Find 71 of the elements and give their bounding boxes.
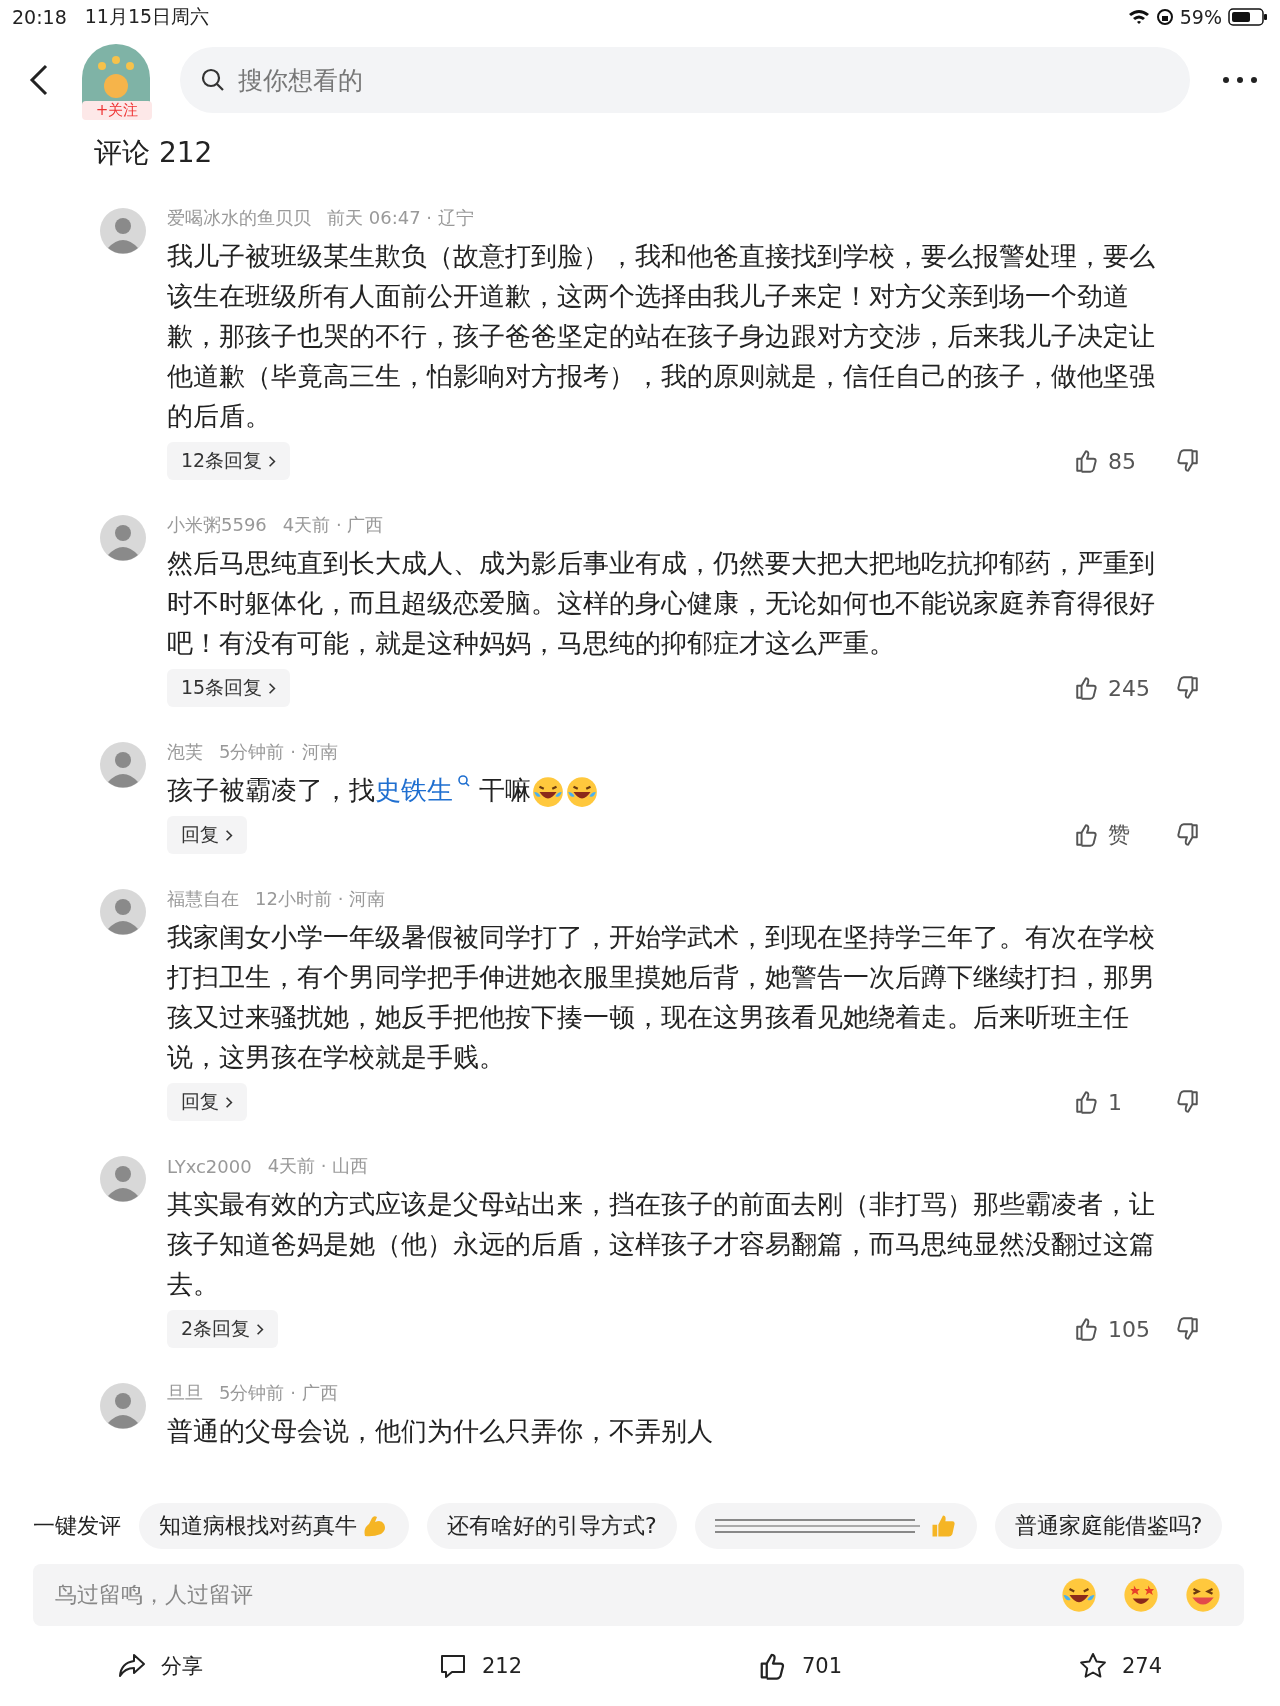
replies-button[interactable]: 12条回复 [167, 442, 291, 480]
replies-button[interactable]: 2条回复 [167, 1310, 279, 1348]
chevron-icon [225, 1095, 233, 1109]
like-button[interactable]: 701 [640, 1650, 960, 1682]
search-icon [200, 67, 226, 93]
replies-button[interactable]: 15条回复 [167, 669, 291, 707]
thumbs-up-icon [1074, 675, 1100, 701]
comment-time: 前天 06:47 · 辽宁 [327, 206, 474, 230]
comment-time: 4天前 · 山西 [267, 1154, 369, 1178]
thumbs-down-icon[interactable] [1174, 675, 1200, 701]
suggestion-chip[interactable] [694, 1503, 977, 1549]
thumbs-down-icon[interactable] [1174, 822, 1200, 848]
laughing-face-icon [565, 774, 599, 809]
battery-percent: 59% [1179, 6, 1222, 28]
user-avatar[interactable] [100, 889, 146, 935]
user-avatar[interactable] [100, 208, 146, 254]
star-button[interactable]: 274 [960, 1650, 1280, 1682]
like-button[interactable]: 赞 [1074, 820, 1174, 850]
topic-link[interactable]: 史铁生 [375, 775, 453, 805]
status-date: 11月15日周六 [84, 4, 210, 29]
thumbs-down-icon[interactable] [1174, 1089, 1200, 1115]
comment-text: 孩子被霸凌了，找史铁生 干嘛 [167, 770, 1167, 810]
comment-time: 5分钟前 · 广西 [219, 1381, 338, 1405]
laughing-face-icon [531, 774, 565, 809]
like-button[interactable]: 245 [1074, 675, 1174, 701]
comment-time: 5分钟前 · 河南 [219, 740, 338, 764]
comments-title: 评论 212 [93, 135, 214, 171]
wifi-icon [1127, 8, 1150, 26]
like-button[interactable]: 85 [1074, 448, 1174, 474]
like-button[interactable]: 1 [1074, 1089, 1174, 1115]
like-button[interactable]: 105 [1074, 1316, 1174, 1342]
comment-time: 4天前 · 广西 [282, 513, 384, 537]
thumbs-up-icon [1074, 822, 1100, 848]
thumbs-down-icon[interactable] [1174, 448, 1200, 474]
user-avatar[interactable] [100, 1156, 146, 1202]
chevron-icon [268, 454, 277, 468]
rotation-lock-icon [1155, 8, 1174, 26]
share-button[interactable]: 分享 [0, 1650, 320, 1682]
thumbs-down-icon[interactable] [1174, 1316, 1200, 1342]
comment-time: 12小时前 · 河南 [255, 887, 386, 911]
comment-text: 然后马思纯直到长大成人、成为影后事业有成，仍然要大把大把地吃抗抑郁药，严重到时不时躯体化，而且超级恋爱脑。这样的身心健康，无论如何也不能说家庭养育得很好吧！有没有可能，就是这种妈妈，马思纯的抑郁症才这么严重。 [167, 547, 1156, 660]
replies-button[interactable]: 回复 [167, 1083, 247, 1121]
replies-button[interactable]: 回复 [167, 816, 247, 854]
suggestion-chip[interactable]: 还有啥好的引导方式? [427, 1503, 677, 1549]
comment-button[interactable]: 212 [320, 1650, 640, 1682]
thumbs-up-icon [1074, 1316, 1100, 1342]
chevron-icon [256, 1322, 265, 1336]
thumbs-up-icon [1074, 448, 1100, 474]
comment-text: 其实最有效的方式应该是父母站出来，挡在孩子的前面去刚（非打骂）那些霸凌者，让孩子知道爸妈是她（他）永远的后盾，这样孩子才容易翻篇，而马思纯显然没翻过这篇去。 [167, 1188, 1156, 1301]
status-time: 20:18 [12, 6, 67, 28]
user-avatar[interactable] [100, 742, 146, 788]
thumbs-up-icon [1074, 1089, 1100, 1115]
star-eyes-face-icon[interactable] [1122, 1576, 1160, 1614]
comment-text: 我家闺女小学一年级暑假被同学打了，开始学武术，到现在坚持学三年了。有次在学校打扫卫生，有个男同学把手伸进她衣服里摸她后背，她警告一次后蹲下继续打扫，那男孩又过来骚扰她，她反手把他按下揍一顿，现在这男孩看见她绕着走。后来听班主任说，这男孩在学校就是手贱。 [167, 921, 1156, 1074]
follow-button[interactable]: +关注 [82, 101, 152, 120]
battery-icon [1228, 7, 1268, 27]
chevron-icon [268, 681, 277, 695]
more-icon[interactable] [1220, 74, 1260, 86]
suggestion-chip[interactable]: 知道病根找对药真牛 [139, 1503, 409, 1549]
search-icon [457, 774, 471, 788]
user-avatar[interactable] [100, 515, 146, 561]
user-avatar[interactable] [100, 1383, 146, 1429]
suggestion-chip[interactable]: 普通家庭能借鉴吗? [994, 1503, 1223, 1549]
search-field[interactable]: 搜你想看的 [180, 47, 1190, 113]
chevron-icon [225, 828, 233, 842]
comment-text: 我儿子被班级某生欺负（故意打到脸），我和他爸直接找到学校，要么报警处理，要么该生在班级所有人面前公开道歉，这两个选择由我儿子来定！对方父亲到场一个劲道歉，那孩子也哭的不行，孩子爸爸坚定的站在孩子身边跟对方交涉，后来我儿子决定让他道歉（毕竟高三生，怕影响对方报考），我的原则就是，信任自己的孩子，做他坚强的后盾。 [167, 240, 1156, 433]
quick-reply-label: 一键发评 [33, 1512, 121, 1540]
comment-text: 普通的父母会说，他们为什么只弄你，不弄别人 [167, 1415, 714, 1448]
grinning-face-icon[interactable] [1184, 1576, 1222, 1614]
laughing-face-icon [1060, 1576, 1098, 1614]
star-icon [1077, 1651, 1108, 1681]
